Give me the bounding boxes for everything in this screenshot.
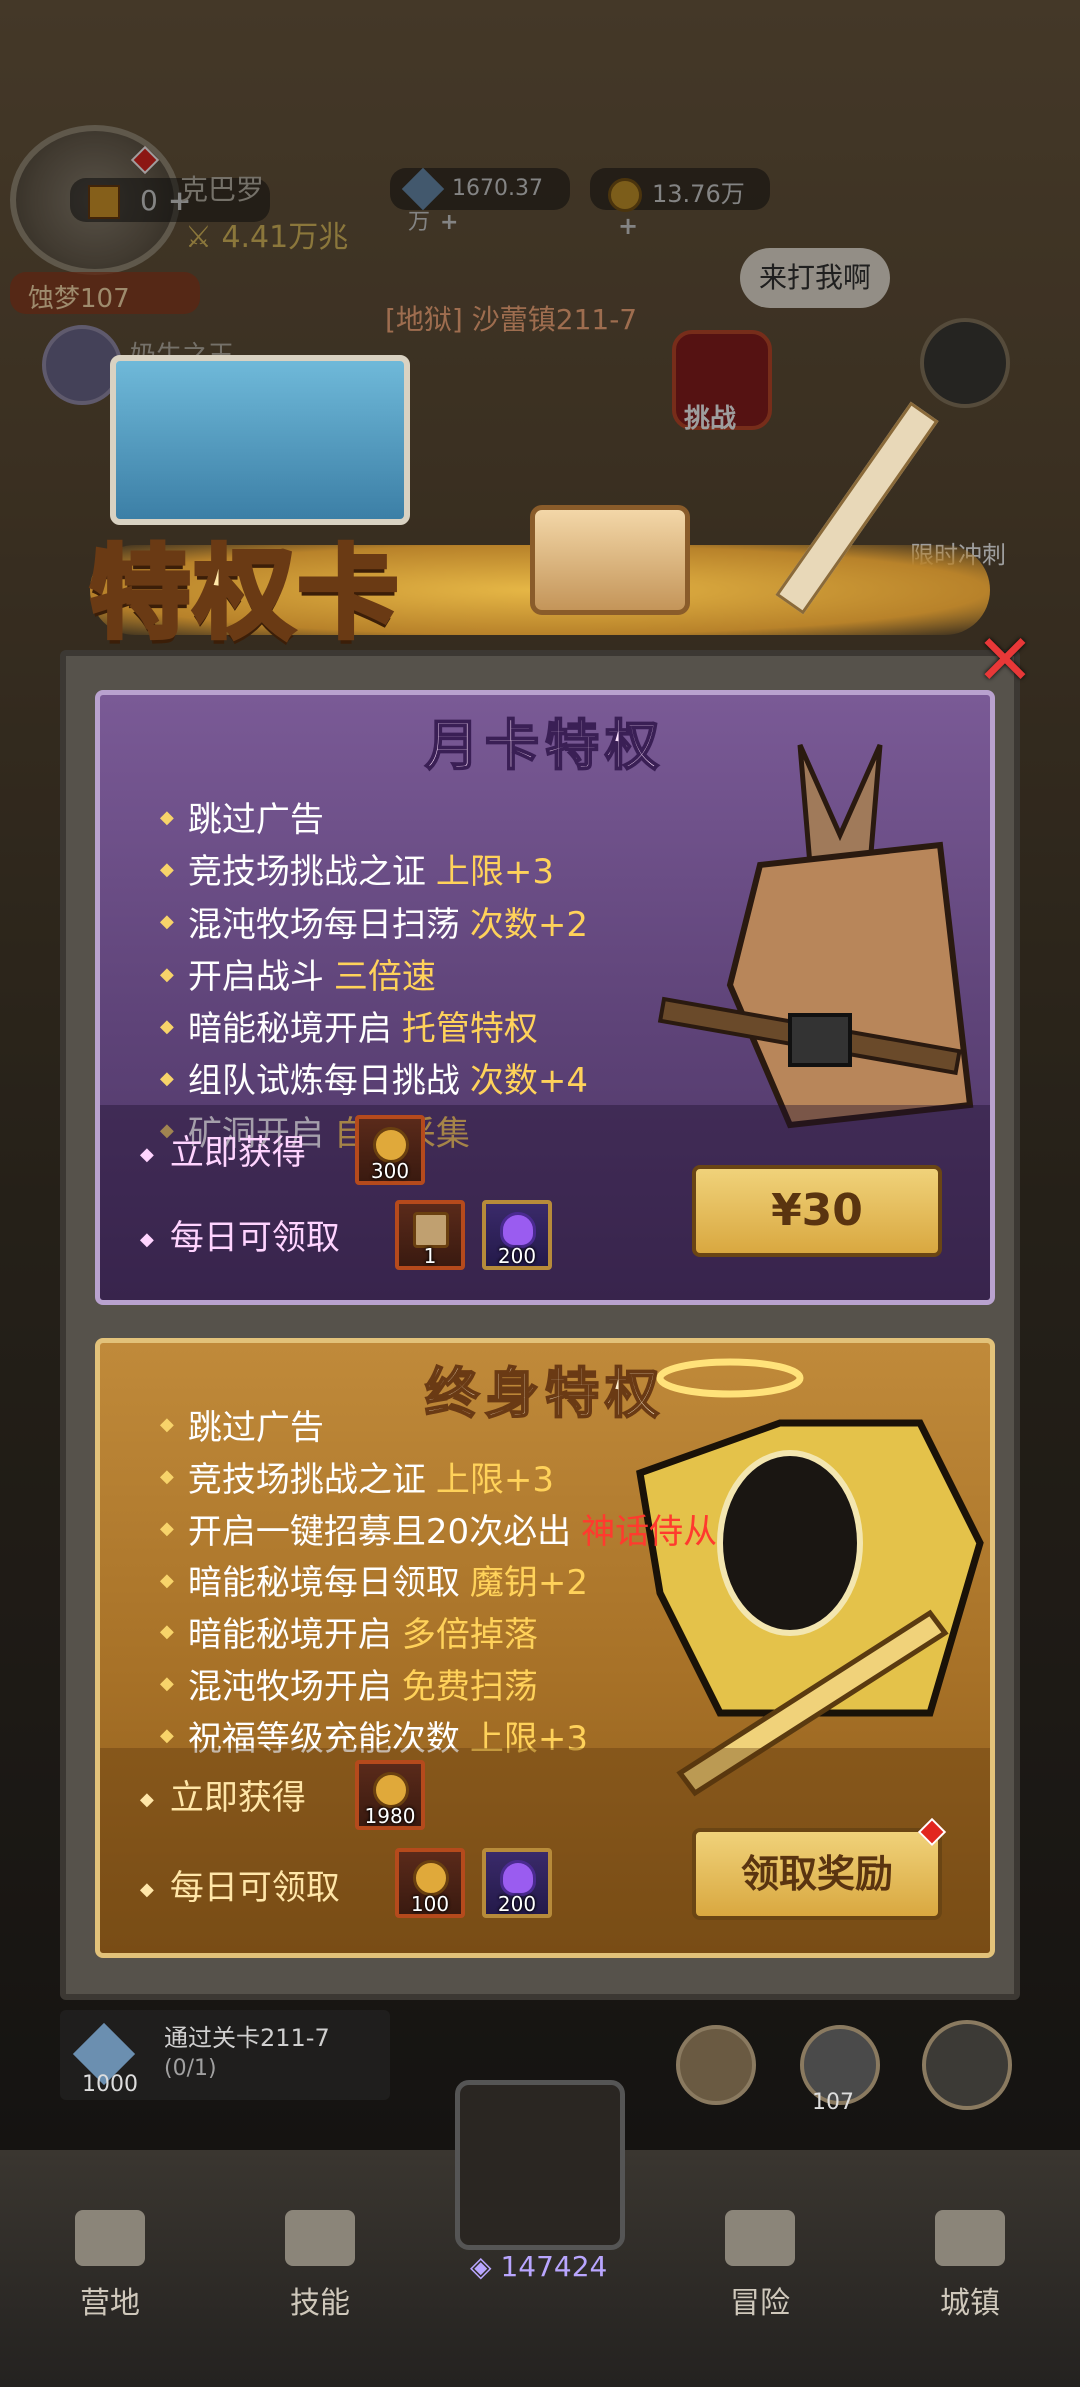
list-item: 开启战斗三倍速 [160,952,588,1004]
key-icon [413,1212,449,1248]
center-value: ◈ 147424 [470,2250,608,2283]
purple-flame-icon [500,1860,536,1896]
small-chest-art [530,505,690,615]
purple-flame-item[interactable]: 200 [482,1848,552,1918]
treasure-chest-art [110,355,410,525]
claim-reward-button[interactable]: 领取奖励 [692,1828,942,1920]
gold-skull-item[interactable]: 300 [355,1115,425,1185]
instant-reward-label: 立即获得 [140,1770,306,1819]
monthly-card-panel: 月卡特权 跳过广告 竞技场挑战之证上限+3 混沌牧场每日扫荡次数+2 开启战斗三… [95,690,995,1305]
list-item: 暗能秘境每日领取魔钥+2 [160,1558,717,1610]
monthly-card-title: 月卡特权 [424,713,665,778]
lifetime-card-panel: 终身特权 跳过广告 竞技场挑战之证上限+3 开启一键招募且20次必出神话侍从 暗… [95,1338,995,1958]
battle-button[interactable] [455,2080,625,2250]
buy-monthly-button[interactable]: ¥30 [692,1165,942,1257]
list-item: 跳过广告 [160,795,588,847]
daily-reward-label: 每日可领取 [140,1210,340,1259]
lifetime-feature-list: 跳过广告 竞技场挑战之证上限+3 开启一键招募且20次必出神话侍从 暗能秘境每日… [160,1403,717,1765]
daily-reward-label: 每日可领取 [140,1860,340,1909]
skull-coin-icon [413,1860,449,1896]
lifetime-reward-area: 立即获得 1980 每日可领取 100 200 领取奖励 [100,1748,990,1953]
skull-coin-icon [373,1772,409,1808]
purple-flame-icon [500,1212,536,1248]
skills-icon [285,2210,355,2266]
list-item: 混沌牧场开启免费扫荡 [160,1662,717,1714]
helmet-icon[interactable] [922,2020,1012,2110]
town-castle-icon [935,2210,1005,2266]
gold-skull-item[interactable]: 1980 [355,1760,425,1830]
list-item: 暗能秘境开启多倍掉落 [160,1610,717,1662]
refresh-icon[interactable] [676,2025,756,2105]
knight-hero-art [657,743,974,1129]
list-item: 暗能秘境开启托管特权 [160,1004,588,1056]
gold-skull-item[interactable]: 100 [395,1848,465,1918]
camp-icon [75,2210,145,2266]
skull-coin-icon [373,1127,409,1163]
nav-item-adventure[interactable]: 冒险 [700,2210,820,2322]
list-item: 混沌牧场每日扫荡次数+2 [160,900,588,952]
list-item: 竞技场挑战之证上限+3 [160,1455,717,1507]
popup-title: 特权卡 [88,533,402,655]
quest-progress: (0/1) [164,2056,217,2081]
close-icon[interactable]: ✕ [970,625,1040,695]
level-badge: 107 [812,2090,854,2115]
quest-tracker[interactable]: 1000 通过关卡211-7 (0/1) [60,2010,390,2100]
adventure-map-icon [725,2210,795,2266]
quest-reward-qty: 1000 [82,2072,138,2097]
list-item: 组队试炼每日挑战次数+4 [160,1056,588,1108]
nav-item-camp[interactable]: 营地 [50,2210,170,2322]
monthly-reward-area: 立即获得 300 每日可领取 1 200 ¥30 [100,1105,990,1300]
list-item: 竞技场挑战之证上限+3 [160,847,588,899]
list-item: 跳过广告 [160,1403,717,1455]
quest-title: 通过关卡211-7 [164,2024,330,2052]
instant-reward-label: 立即获得 [140,1125,306,1174]
nav-item-town[interactable]: 城镇 [910,2210,1030,2322]
nav-item-skills[interactable]: 技能 [260,2210,380,2322]
purple-flame-item[interactable]: 200 [482,1200,552,1270]
key-item[interactable]: 1 [395,1200,465,1270]
list-item: 开启一键招募且20次必出神话侍从 [160,1507,717,1559]
